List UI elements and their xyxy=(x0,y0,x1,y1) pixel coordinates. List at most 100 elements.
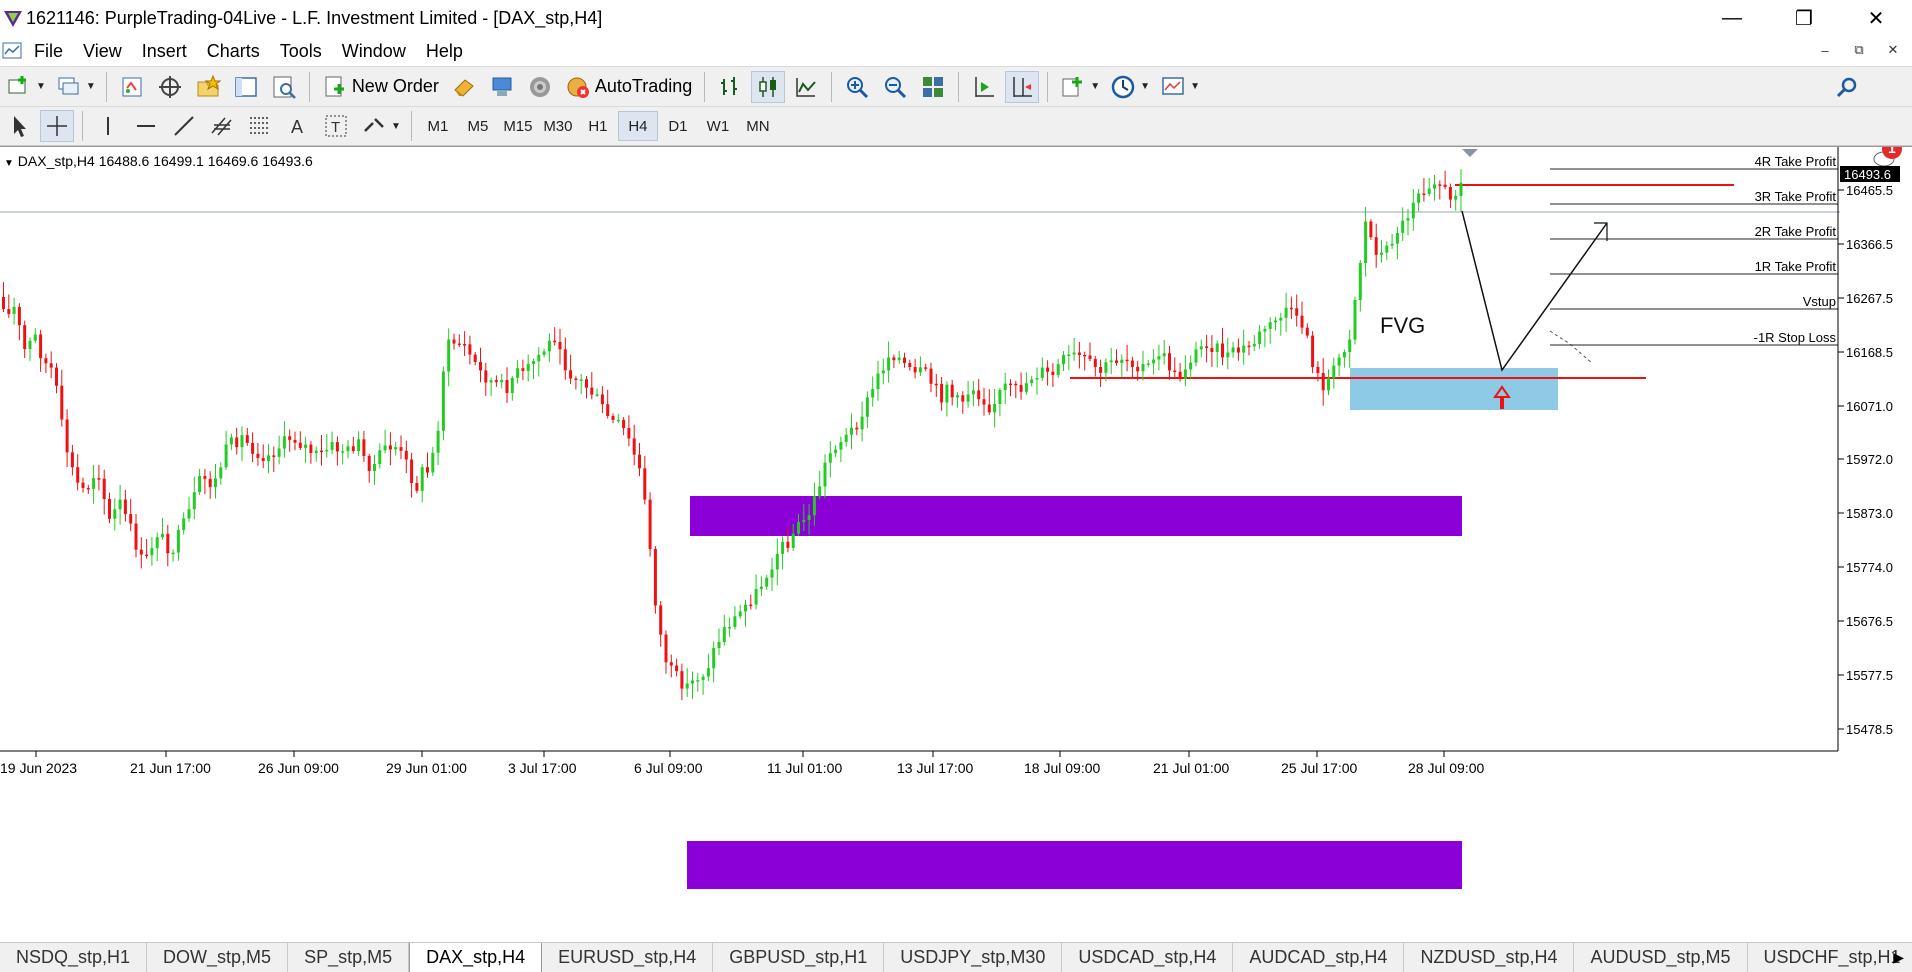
candle xyxy=(378,443,382,469)
candle-body xyxy=(1284,307,1288,318)
auto-scroll-button[interactable] xyxy=(967,71,1001,103)
chevron-down-icon[interactable]: ▼ xyxy=(1190,81,1200,92)
chart-tab[interactable]: NZDUSD_stp,H4 xyxy=(1404,943,1575,972)
chart-tab[interactable]: DOW_stp,M5 xyxy=(147,943,289,972)
text-button[interactable]: A xyxy=(281,110,315,142)
profiles-icon xyxy=(58,77,79,94)
candle-body xyxy=(653,548,657,606)
candlestick-button[interactable] xyxy=(751,70,786,103)
chart-close-button[interactable]: ✕ xyxy=(1880,38,1906,62)
search-icon[interactable] xyxy=(1834,75,1860,101)
timeframe-m30[interactable]: M30 xyxy=(538,111,578,141)
menu-window[interactable]: Window xyxy=(342,41,406,62)
restore-button[interactable]: ❐ xyxy=(1768,0,1840,36)
zoom-in-button[interactable] xyxy=(840,71,874,103)
vertical-line-button[interactable] xyxy=(91,110,125,142)
chevron-down-icon[interactable]: ▼ xyxy=(36,81,46,92)
new-order-button[interactable]: New Order xyxy=(318,71,443,103)
autotrading-button[interactable]: AutoTrading xyxy=(561,71,696,103)
chart-tab[interactable]: EURUSD_stp,H4 xyxy=(542,943,714,972)
fibonacci-button[interactable] xyxy=(243,110,277,142)
chart-minimize-button[interactable]: – xyxy=(1812,38,1838,62)
tab-scroll-right-icon[interactable]: ▶ xyxy=(1893,949,1904,966)
minimize-button[interactable]: — xyxy=(1696,0,1768,36)
data-window-button[interactable] xyxy=(153,71,187,103)
price-chart[interactable]: 5R Take Profit4R Take Profit3R Take Prof… xyxy=(0,147,1912,941)
chart-shift-marker-icon[interactable] xyxy=(1462,149,1478,157)
bar-chart-button[interactable] xyxy=(713,71,747,103)
market-watch-button[interactable] xyxy=(115,71,149,103)
signals-button[interactable] xyxy=(485,71,519,103)
cursor-button[interactable] xyxy=(2,110,36,142)
menu-file[interactable]: File xyxy=(34,41,63,62)
equidistant-channel-button[interactable] xyxy=(205,110,239,142)
candle-body xyxy=(176,529,180,553)
candle-body xyxy=(245,435,249,443)
strategy-tester-button[interactable] xyxy=(267,71,301,103)
line-chart-button[interactable] xyxy=(789,71,823,103)
candle xyxy=(256,442,260,466)
timeframe-h4[interactable]: H4 xyxy=(617,111,658,141)
chevron-down-icon[interactable]: ▼ xyxy=(1140,81,1150,92)
fvg-zone[interactable] xyxy=(1350,368,1558,410)
chevron-down-icon[interactable]: ▼ xyxy=(1090,81,1100,92)
menu-tools[interactable]: Tools xyxy=(280,41,322,62)
timeframe-m15[interactable]: M15 xyxy=(498,111,538,141)
market-button[interactable] xyxy=(523,71,557,103)
autotrading-icon xyxy=(567,77,589,98)
menu-view[interactable]: View xyxy=(83,41,122,62)
chart-tab[interactable]: USDCHF_stp,H1 xyxy=(1748,943,1912,972)
menu-help[interactable]: Help xyxy=(426,41,463,62)
tile-windows-button[interactable] xyxy=(916,71,950,103)
chart-tab[interactable]: NSDQ_stp,H1 xyxy=(0,943,148,972)
terminal-button[interactable] xyxy=(229,71,263,103)
candle xyxy=(1046,360,1050,386)
trendline-button[interactable] xyxy=(167,110,201,142)
chevron-down-icon[interactable]: ▼ xyxy=(391,121,401,132)
candle-body xyxy=(97,478,101,480)
timeframe-mn[interactable]: MN xyxy=(738,111,778,141)
demand-zone-lower[interactable] xyxy=(687,841,1462,889)
candle xyxy=(664,630,668,674)
chart-shift-button[interactable] xyxy=(1005,70,1040,103)
horizontal-line-button[interactable] xyxy=(129,110,163,142)
candle-body xyxy=(1274,320,1277,323)
crosshair-button[interactable] xyxy=(40,110,74,142)
chart-tab[interactable]: GBPUSD_stp,H1 xyxy=(713,943,885,972)
indicators-button[interactable] xyxy=(1056,71,1090,103)
timeframe-m1[interactable]: M1 xyxy=(418,111,458,141)
timeframe-m5[interactable]: M5 xyxy=(458,111,498,141)
candle-body xyxy=(1072,352,1076,355)
chart-tab[interactable]: SP_stp,M5 xyxy=(288,943,410,972)
profiles-button[interactable] xyxy=(52,71,86,103)
menu-charts[interactable]: Charts xyxy=(207,41,260,62)
chart-area[interactable]: 5R Take Profit4R Take Profit3R Take Prof… xyxy=(0,146,1912,940)
demand-zone-upper[interactable] xyxy=(690,496,1462,536)
navigator-button[interactable] xyxy=(191,71,225,103)
chart-tab[interactable]: AUDUSD_stp,M5 xyxy=(1574,943,1748,972)
timeframe-d1[interactable]: D1 xyxy=(658,111,698,141)
chart-tab[interactable]: DAX_stp,H4 xyxy=(409,943,543,972)
new-chart-button[interactable] xyxy=(2,71,36,103)
zoom-out-button[interactable] xyxy=(878,71,912,103)
toolbar-separator xyxy=(82,111,83,141)
timeframe-w1[interactable]: W1 xyxy=(698,111,738,141)
chart-window-icon[interactable] xyxy=(0,38,26,64)
arrows-button[interactable] xyxy=(357,110,391,142)
close-button[interactable]: ✕ xyxy=(1840,0,1912,36)
periods-button[interactable] xyxy=(1106,71,1140,103)
templates-button[interactable] xyxy=(1156,71,1190,103)
candle xyxy=(1083,351,1087,371)
chart-tab[interactable]: AUDCAD_stp,H4 xyxy=(1233,943,1405,972)
menu-insert[interactable]: Insert xyxy=(142,41,187,62)
candle-body xyxy=(1051,371,1055,375)
chart-restore-button[interactable]: ⧉ xyxy=(1846,38,1872,62)
chart-tab[interactable]: USDJPY_stp,M30 xyxy=(884,943,1063,972)
collapse-triangle-icon[interactable]: ▼ xyxy=(4,158,14,169)
timeframe-h1[interactable]: H1 xyxy=(578,111,618,141)
text-label-button[interactable]: T xyxy=(319,110,353,142)
metaeditor-button[interactable] xyxy=(447,71,481,103)
projection-path[interactable] xyxy=(1461,210,1608,372)
chart-tab[interactable]: USDCAD_stp,H4 xyxy=(1062,943,1234,972)
chevron-down-icon[interactable]: ▼ xyxy=(86,81,96,92)
